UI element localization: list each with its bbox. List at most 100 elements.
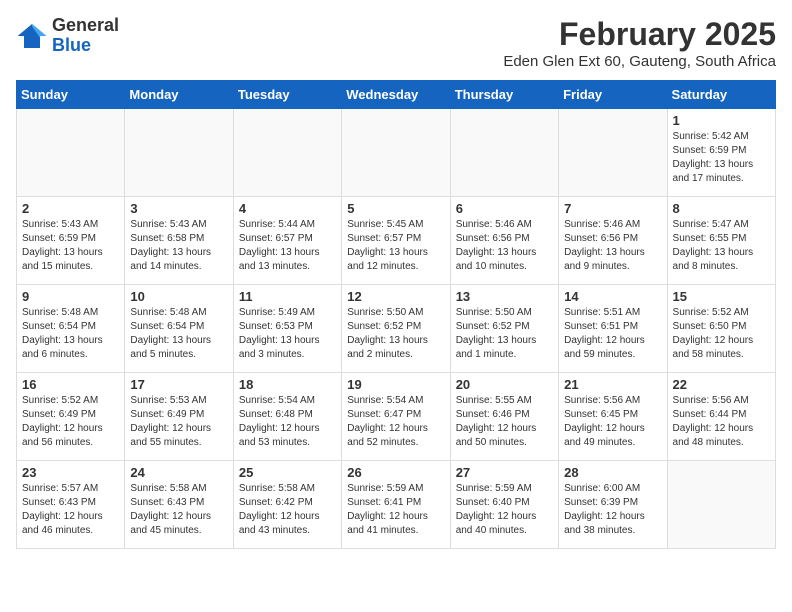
day-info: Sunrise: 5:54 AM Sunset: 6:48 PM Dayligh… <box>239 394 336 450</box>
day-cell: 11Sunrise: 5:49 AM Sunset: 6:53 PM Dayli… <box>233 285 341 373</box>
day-info: Sunrise: 5:56 AM Sunset: 6:45 PM Dayligh… <box>564 394 661 450</box>
week-row-3: 9Sunrise: 5:48 AM Sunset: 6:54 PM Daylig… <box>17 285 776 373</box>
week-row-2: 2 Sunrise: 5:43 AM Sunset: 6:59 PM Daylig… <box>17 197 776 285</box>
day-cell: 17Sunrise: 5:53 AM Sunset: 6:49 PM Dayli… <box>125 373 233 461</box>
header-row: SundayMondayTuesdayWednesdayThursdayFrid… <box>17 81 776 109</box>
day-info: Sunrise: 5:42 AM Sunset: 6:59 PM Dayligh… <box>673 130 770 186</box>
day-number: 4 <box>239 201 336 216</box>
day-cell <box>667 461 775 549</box>
day-cell: 1Sunrise: 5:42 AM Sunset: 6:59 PM Daylig… <box>667 109 775 197</box>
day-number: 3 <box>130 201 227 216</box>
day-info: Sunrise: 5:58 AM Sunset: 6:42 PM Dayligh… <box>239 482 336 538</box>
header-cell-wednesday: Wednesday <box>342 81 450 109</box>
day-cell: 19 Sunrise: 5:54 AM Sunset: 6:47 PM Dayli… <box>342 373 450 461</box>
day-cell: 3 Sunrise: 5:43 AM Sunset: 6:58 PM Daylig… <box>125 197 233 285</box>
day-cell: 27Sunrise: 5:59 AM Sunset: 6:40 PM Dayli… <box>450 461 558 549</box>
day-cell <box>342 109 450 197</box>
header-cell-saturday: Saturday <box>667 81 775 109</box>
logo-icon <box>16 20 48 52</box>
day-number: 22 <box>673 377 770 392</box>
day-number: 18 <box>239 377 336 392</box>
day-cell: 13 Sunrise: 5:50 AM Sunset: 6:52 PM Dayli… <box>450 285 558 373</box>
day-info: Sunrise: 5:46 AM Sunset: 6:56 PM Dayligh… <box>564 218 661 274</box>
day-cell: 24 Sunrise: 5:58 AM Sunset: 6:43 PM Dayli… <box>125 461 233 549</box>
day-number: 28 <box>564 465 661 480</box>
day-cell: 4 Sunrise: 5:44 AM Sunset: 6:57 PM Daylig… <box>233 197 341 285</box>
day-info: Sunrise: 5:55 AM Sunset: 6:46 PM Dayligh… <box>456 394 553 450</box>
day-number: 12 <box>347 289 444 304</box>
day-info: Sunrise: 5:43 AM Sunset: 6:59 PM Dayligh… <box>22 218 119 274</box>
day-number: 21 <box>564 377 661 392</box>
day-info: Sunrise: 5:51 AM Sunset: 6:51 PM Dayligh… <box>564 306 661 362</box>
day-info: Sunrise: 5:44 AM Sunset: 6:57 PM Dayligh… <box>239 218 336 274</box>
day-info: Sunrise: 5:46 AM Sunset: 6:56 PM Dayligh… <box>456 218 553 274</box>
day-number: 10 <box>130 289 227 304</box>
day-info: Sunrise: 5:52 AM Sunset: 6:50 PM Dayligh… <box>673 306 770 362</box>
header-cell-thursday: Thursday <box>450 81 558 109</box>
day-number: 25 <box>239 465 336 480</box>
day-number: 15 <box>673 289 770 304</box>
day-info: Sunrise: 5:58 AM Sunset: 6:43 PM Dayligh… <box>130 482 227 538</box>
day-number: 17 <box>130 377 227 392</box>
day-number: 8 <box>673 201 770 216</box>
day-info: Sunrise: 5:50 AM Sunset: 6:52 PM Dayligh… <box>456 306 553 362</box>
week-row-5: 23Sunrise: 5:57 AM Sunset: 6:43 PM Dayli… <box>17 461 776 549</box>
calendar-header: SundayMondayTuesdayWednesdayThursdayFrid… <box>17 81 776 109</box>
day-number: 5 <box>347 201 444 216</box>
day-cell <box>233 109 341 197</box>
day-number: 7 <box>564 201 661 216</box>
day-info: Sunrise: 5:59 AM Sunset: 6:41 PM Dayligh… <box>347 482 444 538</box>
day-cell: 10 Sunrise: 5:48 AM Sunset: 6:54 PM Dayli… <box>125 285 233 373</box>
day-info: Sunrise: 5:43 AM Sunset: 6:58 PM Dayligh… <box>130 218 227 274</box>
day-info: Sunrise: 5:57 AM Sunset: 6:43 PM Dayligh… <box>22 482 119 538</box>
day-cell: 18 Sunrise: 5:54 AM Sunset: 6:48 PM Dayli… <box>233 373 341 461</box>
day-number: 24 <box>130 465 227 480</box>
day-cell: 23Sunrise: 5:57 AM Sunset: 6:43 PM Dayli… <box>17 461 125 549</box>
calendar-subtitle: Eden Glen Ext 60, Gauteng, South Africa <box>503 53 776 70</box>
day-cell <box>450 109 558 197</box>
calendar-table: SundayMondayTuesdayWednesdayThursdayFrid… <box>16 80 776 549</box>
day-info: Sunrise: 5:56 AM Sunset: 6:44 PM Dayligh… <box>673 394 770 450</box>
page-header: General Blue February 2025 Eden Glen Ext… <box>16 16 776 70</box>
day-number: 19 <box>347 377 444 392</box>
day-cell <box>17 109 125 197</box>
day-info: Sunrise: 5:47 AM Sunset: 6:55 PM Dayligh… <box>673 218 770 274</box>
day-number: 13 <box>456 289 553 304</box>
day-cell: 2 Sunrise: 5:43 AM Sunset: 6:59 PM Daylig… <box>17 197 125 285</box>
day-number: 26 <box>347 465 444 480</box>
header-cell-sunday: Sunday <box>17 81 125 109</box>
day-cell: 12 Sunrise: 5:50 AM Sunset: 6:52 PM Dayli… <box>342 285 450 373</box>
day-cell: 22 Sunrise: 5:56 AM Sunset: 6:44 PM Dayli… <box>667 373 775 461</box>
day-number: 27 <box>456 465 553 480</box>
logo: General Blue <box>16 16 119 56</box>
day-number: 20 <box>456 377 553 392</box>
day-cell: 8 Sunrise: 5:47 AM Sunset: 6:55 PM Daylig… <box>667 197 775 285</box>
day-cell: 14 Sunrise: 5:51 AM Sunset: 6:51 PM Dayli… <box>559 285 667 373</box>
day-cell: 6 Sunrise: 5:46 AM Sunset: 6:56 PM Daylig… <box>450 197 558 285</box>
day-info: Sunrise: 5:48 AM Sunset: 6:54 PM Dayligh… <box>22 306 119 362</box>
title-area: February 2025 Eden Glen Ext 60, Gauteng,… <box>503 16 776 70</box>
week-row-1: 1Sunrise: 5:42 AM Sunset: 6:59 PM Daylig… <box>17 109 776 197</box>
day-cell <box>125 109 233 197</box>
header-cell-tuesday: Tuesday <box>233 81 341 109</box>
day-info: Sunrise: 5:48 AM Sunset: 6:54 PM Dayligh… <box>130 306 227 362</box>
day-number: 14 <box>564 289 661 304</box>
day-info: Sunrise: 5:54 AM Sunset: 6:47 PM Dayligh… <box>347 394 444 450</box>
day-cell <box>559 109 667 197</box>
day-info: Sunrise: 5:50 AM Sunset: 6:52 PM Dayligh… <box>347 306 444 362</box>
day-cell: 9Sunrise: 5:48 AM Sunset: 6:54 PM Daylig… <box>17 285 125 373</box>
calendar-title: February 2025 <box>503 16 776 53</box>
day-info: Sunrise: 5:45 AM Sunset: 6:57 PM Dayligh… <box>347 218 444 274</box>
day-cell: 20 Sunrise: 5:55 AM Sunset: 6:46 PM Dayli… <box>450 373 558 461</box>
day-number: 2 <box>22 201 119 216</box>
day-number: 6 <box>456 201 553 216</box>
day-info: Sunrise: 5:52 AM Sunset: 6:49 PM Dayligh… <box>22 394 119 450</box>
header-cell-friday: Friday <box>559 81 667 109</box>
day-cell: 16Sunrise: 5:52 AM Sunset: 6:49 PM Dayli… <box>17 373 125 461</box>
day-cell: 21 Sunrise: 5:56 AM Sunset: 6:45 PM Dayli… <box>559 373 667 461</box>
week-row-4: 16Sunrise: 5:52 AM Sunset: 6:49 PM Dayli… <box>17 373 776 461</box>
day-cell: 26 Sunrise: 5:59 AM Sunset: 6:41 PM Dayli… <box>342 461 450 549</box>
day-cell: 28Sunrise: 6:00 AM Sunset: 6:39 PM Dayli… <box>559 461 667 549</box>
header-cell-monday: Monday <box>125 81 233 109</box>
day-cell: 7 Sunrise: 5:46 AM Sunset: 6:56 PM Daylig… <box>559 197 667 285</box>
